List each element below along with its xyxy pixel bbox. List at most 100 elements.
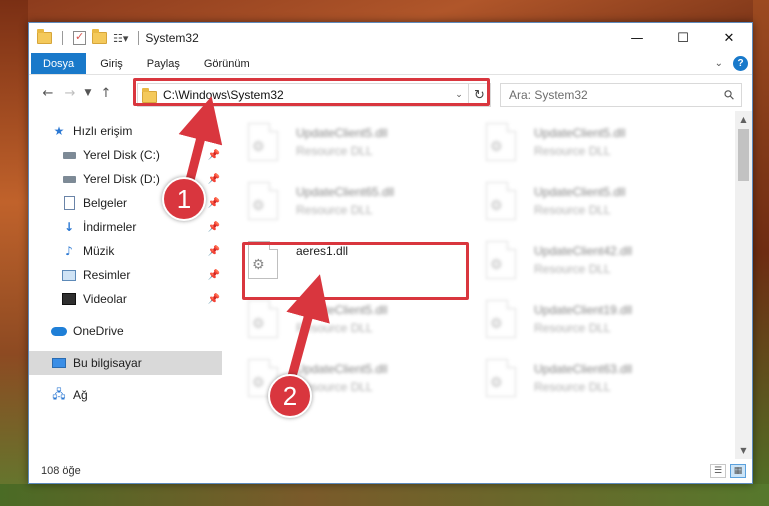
file-item[interactable]: ⚙ UpdateClient5.dll Resource DLL (248, 117, 486, 176)
sidebar-item-quick-access[interactable]: ★ Hızlı erişim (29, 119, 222, 143)
sidebar-item-label: Belgeler (83, 196, 128, 210)
window-controls: — ☐ ✕ (614, 23, 752, 53)
sidebar-item-label: Resimler (83, 268, 131, 282)
navigation-bar: ← → ▼ ↑ C:\Windows\System32 ⌄ ↻ ⚲ (29, 75, 752, 111)
expand-ribbon-icon[interactable]: ⌄ (715, 58, 723, 69)
sidebar-item-label: Müzik (83, 244, 115, 258)
item-count: 108 öğe (41, 465, 81, 477)
new-folder-icon[interactable] (92, 29, 107, 44)
downloads-icon: ↓ (63, 220, 75, 234)
sidebar-item-onedrive[interactable]: OneDrive (29, 319, 222, 343)
customize-toolbar-icon[interactable]: ☷▾ (113, 32, 128, 45)
tab-share[interactable]: Paylaş (137, 53, 190, 74)
maximize-button[interactable]: ☐ (660, 23, 706, 53)
details-view-icon[interactable]: ☰ (710, 464, 726, 478)
dll-file-icon: ⚙ (486, 182, 516, 220)
address-path[interactable]: C:\Windows\System32 (163, 88, 284, 102)
sidebar-item-label: Bu bilgisayar (73, 356, 142, 370)
star-icon: ★ (53, 124, 65, 138)
drive-icon (61, 171, 77, 187)
file-item[interactable]: ⚙ UpdateClient5.dll Resource DLL (486, 117, 724, 176)
up-arrow-icon[interactable]: ↑ (95, 86, 117, 101)
navigation-pane: ★ Hızlı erişim Yerel Disk (C:) 📌 Yerel D… (29, 111, 222, 459)
dll-file-icon: ⚙ (248, 182, 278, 220)
large-icons-view-icon[interactable]: ▦ (730, 464, 746, 478)
pin-icon: 📌 (207, 221, 220, 233)
dll-file-icon: ⚙ (486, 359, 516, 397)
explorer-body: ★ Hızlı erişim Yerel Disk (C:) 📌 Yerel D… (29, 111, 752, 459)
pin-icon: 📌 (207, 149, 220, 161)
help-icon[interactable]: ? (733, 56, 748, 71)
address-bar[interactable]: C:\Windows\System32 ⌄ ↻ (137, 83, 491, 107)
tab-view[interactable]: Görünüm (194, 53, 260, 74)
properties-icon[interactable] (73, 30, 86, 45)
file-item[interactable]: ⚙ UpdateClient65.dll Resource DLL (248, 176, 486, 235)
pictures-icon (61, 267, 77, 283)
window-title: System32 (145, 31, 199, 45)
tab-home[interactable]: Giriş (90, 53, 133, 74)
pin-icon: 📌 (207, 173, 220, 185)
address-dropdown-icon[interactable]: ⌄ (450, 90, 468, 100)
ribbon-tabs: Dosya Giriş Paylaş Görünüm ⌄ ? (29, 53, 752, 75)
sidebar-item-music[interactable]: ♪ Müzik 📌 (29, 239, 222, 263)
dll-file-icon: ⚙ (486, 123, 516, 161)
close-button[interactable]: ✕ (706, 23, 752, 53)
recent-locations-icon[interactable]: ▼ (81, 88, 95, 98)
desktop-wallpaper-right (753, 0, 769, 506)
dll-file-icon: ⚙ (248, 300, 278, 338)
scroll-thumb[interactable] (738, 129, 749, 181)
pin-icon: 📌 (207, 245, 220, 257)
vertical-scrollbar[interactable]: ▲ ▼ (735, 111, 752, 459)
step2-badge: 2 (268, 374, 312, 418)
videos-icon (61, 291, 77, 307)
sidebar-item-label: Hızlı erişim (73, 124, 133, 138)
dll-file-icon: ⚙ (486, 241, 516, 279)
file-item[interactable]: ⚙ UpdateClient5.dll Resource DLL (248, 294, 486, 353)
dll-file-icon: ⚙ (248, 123, 278, 161)
sidebar-item-label: Yerel Disk (C:) (83, 148, 160, 162)
refresh-icon[interactable]: ↻ (468, 84, 490, 106)
dll-file-icon: ⚙ (248, 241, 278, 279)
back-arrow-icon[interactable]: ← (37, 86, 59, 101)
sidebar-item-network[interactable]: 🖧 Ağ (29, 383, 222, 407)
sidebar-item-this-pc[interactable]: Bu bilgisayar (29, 351, 222, 375)
search-input[interactable] (509, 88, 726, 102)
sidebar-item-label: Yerel Disk (D:) (83, 172, 160, 186)
documents-icon (61, 195, 77, 211)
pin-icon: 📌 (207, 197, 220, 209)
forward-arrow-icon[interactable]: → (59, 86, 81, 101)
pin-icon: 📌 (207, 269, 220, 281)
file-item[interactable]: ⚙ UpdateClient5.dll Resource DLL (486, 176, 724, 235)
sidebar-item-label: İndirmeler (83, 220, 137, 234)
music-icon: ♪ (65, 244, 73, 258)
sidebar-item-local-disk-c[interactable]: Yerel Disk (C:) 📌 (29, 143, 222, 167)
sidebar-item-label: OneDrive (73, 324, 124, 338)
step1-badge: 1 (162, 177, 206, 221)
minimize-button[interactable]: — (614, 23, 660, 53)
file-item[interactable]: ⚙ UpdateClient63.dll Resource DLL (486, 353, 724, 412)
computer-icon (51, 355, 67, 371)
pin-icon: 📌 (207, 293, 220, 305)
network-icon: 🖧 (52, 386, 66, 401)
folder-icon (37, 29, 52, 44)
title-bar: ☷▾ System32 — ☐ ✕ (29, 23, 752, 53)
quick-access-toolbar: ☷▾ (37, 29, 143, 45)
file-item-aeres1-dll[interactable]: ⚙ aeres1.dll (248, 235, 486, 294)
sidebar-item-label: Videolar (83, 292, 127, 306)
file-item[interactable]: ⚙ UpdateClient42.dll Resource DLL (486, 235, 724, 294)
dll-file-icon: ⚙ (486, 300, 516, 338)
desktop-wallpaper-bottom (0, 484, 769, 506)
sidebar-item-label: Ağ (73, 388, 88, 402)
desktop-wallpaper-left (0, 0, 28, 506)
file-item[interactable]: ⚙ UpdateClient19.dll Resource DLL (486, 294, 724, 353)
drive-icon (61, 147, 77, 163)
sidebar-item-videos[interactable]: Videolar 📌 (29, 287, 222, 311)
scroll-up-icon[interactable]: ▲ (735, 111, 752, 128)
tab-file[interactable]: Dosya (31, 53, 87, 74)
folder-icon (142, 87, 157, 103)
sidebar-item-pictures[interactable]: Resimler 📌 (29, 263, 222, 287)
cloud-icon (51, 323, 67, 339)
search-box[interactable]: ⚲ (500, 83, 742, 107)
file-explorer-window: ☷▾ System32 — ☐ ✕ Dosya Giriş Paylaş Gör… (28, 22, 753, 484)
scroll-down-icon[interactable]: ▼ (735, 442, 752, 459)
